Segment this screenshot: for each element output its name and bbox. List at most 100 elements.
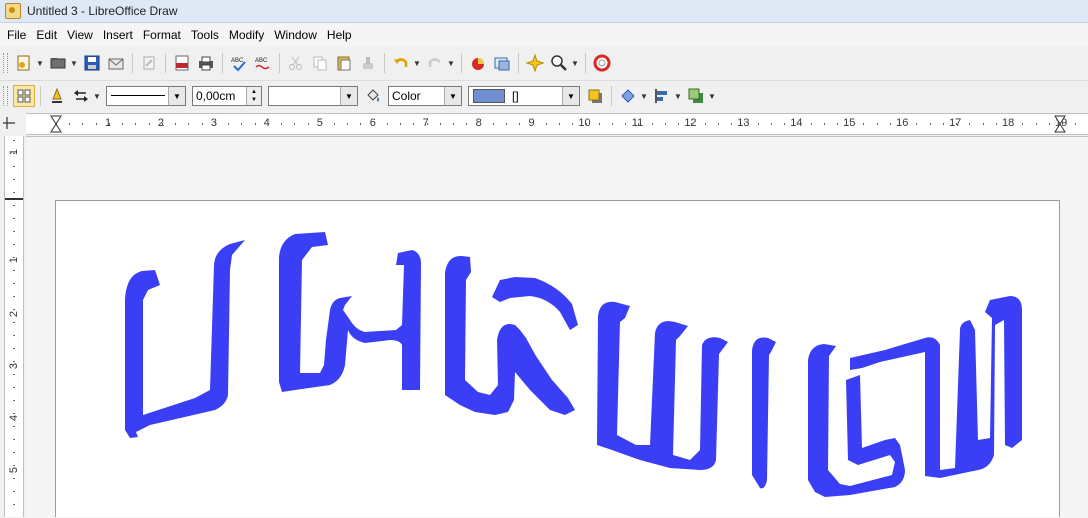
ruler-tick	[863, 123, 865, 125]
ruler-tick	[175, 123, 177, 125]
transformations-dropdown[interactable]: ▼	[640, 85, 648, 107]
line-button[interactable]	[46, 85, 68, 107]
menu-modify[interactable]: Modify	[224, 25, 269, 45]
cut-button[interactable]	[285, 52, 307, 74]
line-style-select[interactable]: ▼	[106, 86, 186, 106]
ruler-tick	[876, 123, 878, 125]
area-button[interactable]	[362, 85, 384, 107]
export-pdf-button[interactable]	[171, 52, 193, 74]
ruler-tick	[69, 123, 71, 125]
ruler-tick	[13, 257, 15, 258]
undo-dropdown[interactable]: ▼	[413, 52, 421, 74]
undo-button[interactable]	[390, 52, 412, 74]
menu-insert[interactable]: Insert	[98, 25, 138, 45]
ruler-tick	[201, 123, 203, 125]
position-and-size-button[interactable]	[13, 85, 35, 107]
ruler-tick	[360, 123, 362, 125]
arrange-dropdown[interactable]: ▼	[708, 85, 716, 107]
ruler-tick	[942, 123, 944, 125]
menu-edit[interactable]: Edit	[31, 25, 62, 45]
paste-button[interactable]	[333, 52, 355, 74]
menu-view[interactable]: View	[62, 25, 98, 45]
zoom-button[interactable]	[548, 52, 570, 74]
copy-button[interactable]	[309, 52, 331, 74]
svg-text:ABC: ABC	[231, 58, 244, 64]
ruler-tick	[1009, 123, 1011, 125]
area-color-select[interactable]: [] ▼	[468, 86, 580, 106]
ruler-tick	[307, 123, 309, 125]
chart-button[interactable]	[467, 52, 489, 74]
align-button[interactable]	[651, 85, 673, 107]
toolbar-grip[interactable]	[3, 53, 8, 73]
menu-help[interactable]: Help	[322, 25, 357, 45]
toolbar-grip[interactable]	[3, 86, 8, 106]
menu-help-label: Help	[326, 28, 352, 42]
tab-stop-icon[interactable]	[0, 111, 26, 136]
zoom-dropdown[interactable]: ▼	[571, 52, 579, 74]
vruler-label: 1	[8, 256, 20, 264]
shadow-button[interactable]	[584, 85, 606, 107]
title-bar: Untitled 3 - LibreOffice Draw	[0, 0, 1088, 23]
ruler-tick	[13, 387, 15, 388]
ruler-tick	[13, 231, 15, 232]
ruler-tick	[13, 452, 15, 453]
spelling-button[interactable]: ABC	[228, 52, 250, 74]
redo-dropdown[interactable]: ▼	[447, 52, 455, 74]
envelope-icon	[108, 58, 124, 70]
open-dropdown[interactable]: ▼	[70, 52, 78, 74]
ruler-tick	[678, 123, 680, 125]
image-button[interactable]	[491, 52, 513, 74]
ruler-tick	[13, 348, 15, 349]
folder-open-icon	[50, 58, 66, 69]
help-button[interactable]	[591, 52, 613, 74]
email-button[interactable]	[105, 52, 127, 74]
clone-formatting-button[interactable]	[357, 52, 379, 74]
toolbar-separator	[384, 53, 385, 73]
new-document-dropdown[interactable]: ▼	[36, 52, 44, 74]
image-icon	[494, 57, 510, 71]
toolbar-separator	[132, 53, 133, 73]
gluepoint-button[interactable]	[524, 52, 546, 74]
ruler-tick	[797, 123, 799, 125]
line-color-select[interactable]: ▼	[268, 86, 358, 106]
save-button[interactable]	[81, 52, 103, 74]
menu-file-label: File	[7, 28, 27, 42]
ruler-tick	[413, 123, 415, 125]
vertical-ruler[interactable]: 112345	[0, 136, 25, 517]
arrow-style-dropdown[interactable]: ▼	[93, 85, 101, 107]
menu-tools-label: Tools	[190, 28, 219, 42]
redo-button[interactable]	[424, 52, 446, 74]
toolbar-separator	[279, 53, 280, 73]
menu-window[interactable]: Window	[269, 25, 322, 45]
print-button[interactable]	[195, 52, 217, 74]
transformations-button[interactable]	[617, 85, 639, 107]
ruler-tick	[585, 123, 587, 125]
menu-tools[interactable]: Tools	[186, 25, 224, 45]
ruler-tick	[625, 123, 627, 125]
line-width-field[interactable]: 0,00cm ▲ ▼	[192, 86, 262, 106]
autospellcheck-button[interactable]: ABC	[252, 52, 274, 74]
ruler-tick	[916, 123, 918, 125]
menu-format[interactable]: Format	[138, 25, 186, 45]
menu-file[interactable]: File	[2, 25, 31, 45]
ruler-tick	[519, 123, 521, 125]
ruler-tick	[704, 123, 706, 125]
horizontal-ruler[interactable]: 12345678910111213141516171819	[26, 113, 1088, 135]
align-dropdown[interactable]: ▼	[674, 85, 682, 107]
edit-file-button[interactable]	[138, 52, 160, 74]
zoom-icon	[551, 55, 567, 71]
area-style-select[interactable]: Color ▼	[388, 86, 462, 106]
ruler-tick	[241, 123, 243, 125]
page[interactable]	[55, 200, 1060, 517]
new-document-button[interactable]	[13, 52, 35, 74]
indent-marker-icon[interactable]	[1054, 115, 1066, 133]
indent-marker-icon[interactable]	[50, 115, 62, 133]
open-button[interactable]	[47, 52, 69, 74]
chevron-down-icon: ▼	[444, 87, 461, 105]
spin-buttons[interactable]: ▲ ▼	[246, 87, 261, 105]
arrow-style-button[interactable]	[70, 85, 92, 107]
area-color-name: []	[512, 89, 519, 103]
new-document-icon	[17, 55, 30, 71]
ruler-tick	[13, 153, 15, 154]
arrange-button[interactable]	[685, 85, 707, 107]
